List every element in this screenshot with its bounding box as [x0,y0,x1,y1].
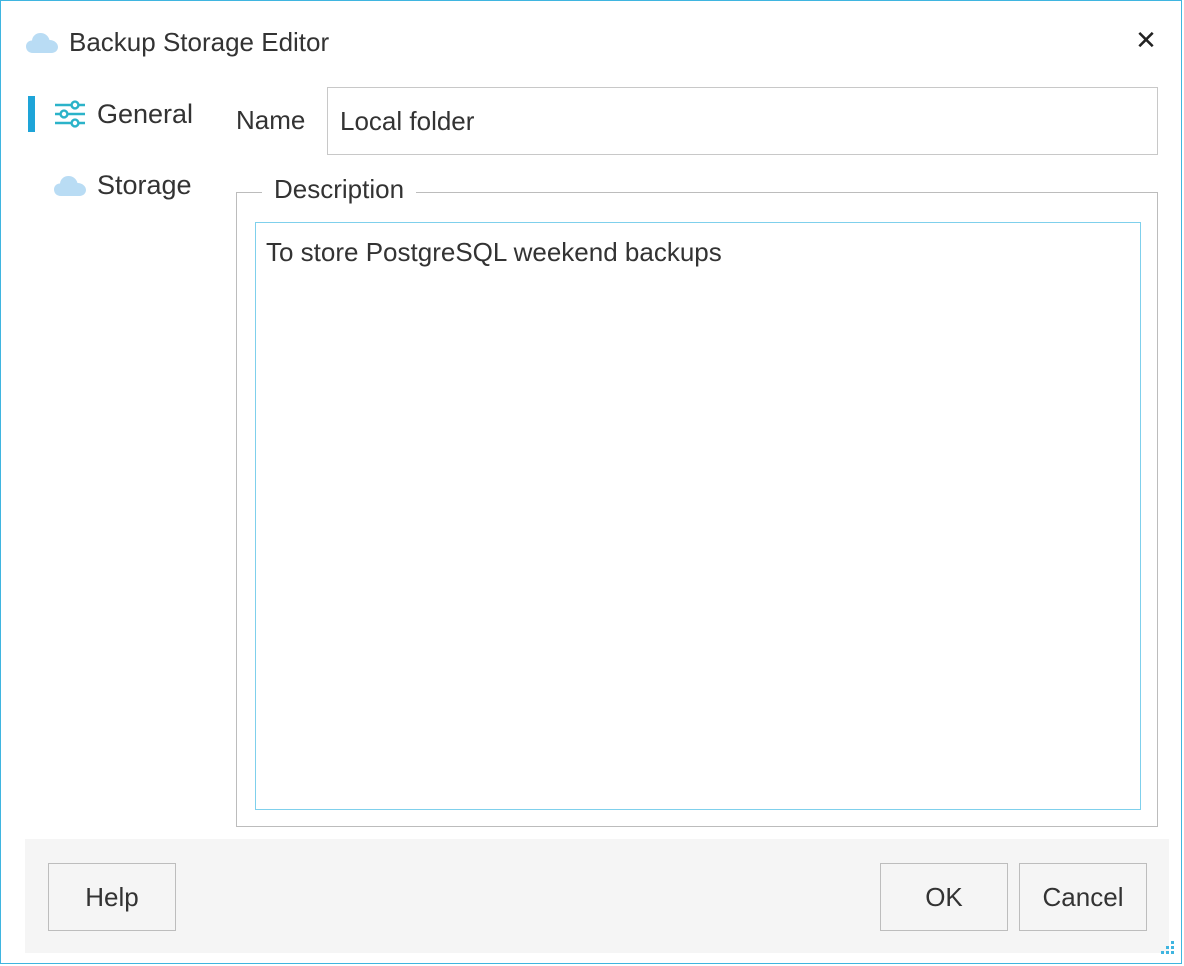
cloud-icon [54,176,86,196]
nav-item-label: Storage [97,170,192,200]
selected-indicator [28,96,35,132]
close-icon[interactable]: ✕ [1131,25,1161,55]
description-group: Description To store PostgreSQL weekend … [236,174,1158,827]
description-textarea[interactable]: To store PostgreSQL weekend backups [255,222,1141,810]
sliders-icon [55,100,85,128]
title-bar: Backup Storage Editor ✕ [1,1,1181,81]
name-input[interactable] [327,87,1158,155]
backup-storage-editor-dialog: Backup Storage Editor ✕ General Storage … [0,0,1182,964]
ok-button[interactable]: OK [880,863,1008,931]
cloud-icon [26,33,58,53]
button-bar: Help OK Cancel [25,839,1169,953]
cancel-button[interactable]: Cancel [1019,863,1147,931]
help-button[interactable]: Help [48,863,176,931]
description-legend: Description [262,174,417,205]
nav-item-general[interactable]: General [25,91,215,137]
name-label: Name [236,105,306,135]
nav-item-storage[interactable]: Storage [25,162,215,208]
dialog-title: Backup Storage Editor [69,27,330,57]
nav-item-label: General [97,99,194,129]
resize-grip-icon[interactable] [1157,939,1175,957]
